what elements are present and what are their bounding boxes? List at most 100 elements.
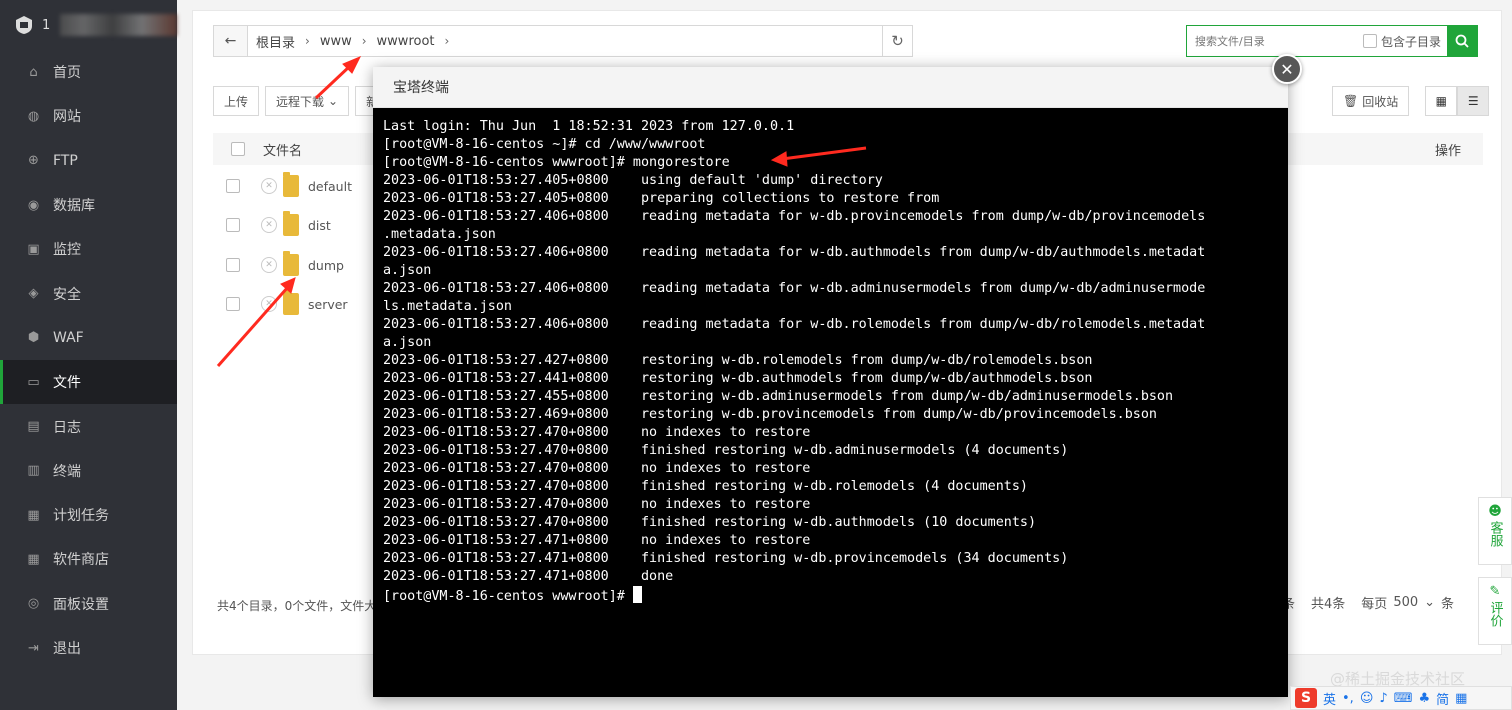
terminal-line: 2023-06-01T18:53:27.405+0800 using defau… — [383, 173, 883, 188]
file-name[interactable]: server — [308, 297, 348, 312]
sidebar-item-logout[interactable]: ⇥ 退出 — [0, 626, 177, 670]
protection-icon[interactable]: ✕ — [261, 296, 277, 312]
sidebar-item-terminal[interactable]: ▥ 终端 — [0, 449, 177, 493]
sidebar-item-shield[interactable]: ◈ 安全 — [0, 271, 177, 315]
blurred-server-ip — [60, 14, 177, 36]
grid-view-icon[interactable]: ▦ — [1425, 86, 1458, 116]
row-checkbox[interactable] — [226, 179, 240, 193]
terminal-line: 2023-06-01T18:53:27.469+0800 restoring w… — [383, 407, 1157, 422]
sidebar-item-schedule[interactable]: ▦ 计划任务 — [0, 493, 177, 537]
right-toolbar: 🗑 回收站 ▦ ☰ — [1332, 86, 1490, 116]
grid-icon[interactable]: ▦ — [1455, 691, 1467, 706]
include-subdir-checkbox[interactable] — [1362, 34, 1377, 48]
file-name[interactable]: default — [308, 179, 352, 194]
sogou-logo-icon: S — [1295, 688, 1317, 708]
sidebar-item-database[interactable]: ◉ 数据库 — [0, 183, 177, 227]
sidebar-item-waf[interactable]: ⬢ WAF — [0, 316, 177, 360]
folder-icon — [283, 211, 299, 236]
per-page-select[interactable]: 每页 500 ⌄ 条 — [1361, 593, 1454, 612]
schedule-icon: ▦ — [27, 507, 40, 523]
chevron-right-icon: › — [361, 34, 367, 48]
recycle-bin-button[interactable]: 🗑 回收站 — [1332, 86, 1410, 116]
chevron-right-icon: › — [444, 34, 450, 48]
sidebar-item-settings[interactable]: ◎ 面板设置 — [0, 582, 177, 626]
terminal-line: 2023-06-01T18:53:27.406+0800 reading met… — [383, 281, 1206, 296]
sidebar-item-label: 文件 — [53, 375, 81, 392]
sidebar-item-label: FTP — [53, 152, 78, 169]
sidebar-item-label: 计划任务 — [53, 508, 109, 525]
sidebar: 1 ⌂ 首页 ◍ 网站 ⊕ FTP ◉ 数据库 ▣ 监控 ◈ 安全 ⬢ WAF ▭ 文件 ▤ 日志 ▥ 终端 ▦ 计划任务… — [0, 0, 177, 710]
review-tab[interactable]: ✎ 评价 — [1478, 577, 1512, 645]
breadcrumb-www[interactable]: www — [320, 34, 352, 49]
refresh-icon[interactable]: ↻ — [882, 26, 912, 56]
sidebar-item-home[interactable]: ⌂ 首页 — [0, 50, 177, 94]
terminal-icon: ▥ — [27, 463, 40, 479]
terminal-line: 2023-06-01T18:53:27.470+0800 finished re… — [383, 479, 1028, 494]
col-filename[interactable]: 文件名 — [263, 140, 302, 159]
protection-icon[interactable]: ✕ — [261, 178, 277, 194]
ime-language[interactable]: 英 — [1323, 689, 1336, 708]
file-name[interactable]: dump — [308, 258, 344, 273]
sidebar-item-label: 数据库 — [53, 198, 95, 215]
customer-service-tab[interactable]: ☻ 客服 — [1478, 497, 1512, 565]
shield-icon: ◈ — [28, 286, 39, 302]
customer-service-label: 客服 — [1487, 521, 1503, 547]
skin-icon[interactable]: ♣ — [1418, 691, 1430, 706]
search-input[interactable] — [1187, 26, 1363, 56]
terminal-line: 2023-06-01T18:53:27.406+0800 reading met… — [383, 317, 1206, 332]
select-all-checkbox[interactable] — [231, 142, 245, 156]
remote-download-button[interactable]: 远程下载 ⌄ — [265, 86, 350, 116]
remote-download-label: 远程下载 — [276, 94, 325, 109]
search-box: 包含子目录 — [1186, 25, 1478, 57]
terminal-line: 2023-06-01T18:53:27.471+0800 done — [383, 569, 674, 584]
close-icon[interactable]: ✕ — [1272, 54, 1302, 84]
list-view-icon[interactable]: ☰ — [1457, 86, 1490, 116]
row-checkbox[interactable] — [226, 258, 240, 272]
folder-icon: ▭ — [27, 374, 40, 390]
search-button[interactable] — [1447, 26, 1477, 56]
breadcrumb-wwwroot[interactable]: wwwroot — [377, 34, 435, 49]
edit-icon: ✎ — [1489, 584, 1501, 599]
back-arrow-icon[interactable]: ← — [214, 26, 248, 56]
trash-icon: 🗑 — [1343, 94, 1359, 108]
terminal-output[interactable]: Last login: Thu Jun 1 18:52:31 2023 from… — [373, 108, 1288, 697]
sidebar-item-store[interactable]: ▦ 软件商店 — [0, 537, 177, 581]
terminal-modal: 宝塔终端 Last login: Thu Jun 1 18:52:31 2023… — [373, 67, 1288, 697]
bt-logo-icon — [16, 16, 32, 34]
terminal-line: 2023-06-01T18:53:27.470+0800 no indexes … — [383, 461, 811, 476]
sidebar-item-label: 面板设置 — [53, 596, 109, 613]
terminal-cursor — [632, 586, 642, 603]
terminal-line: [root@VM-8-16-centos ~]# cd /www/wwwroot — [383, 137, 706, 152]
punct-icon[interactable]: •, — [1342, 691, 1354, 706]
sidebar-item-monitor[interactable]: ▣ 监控 — [0, 227, 177, 271]
row-checkbox[interactable] — [226, 297, 240, 311]
modal-title: 宝塔终端 — [373, 67, 1288, 108]
terminal-prompt: [root@VM-8-16-centos wwwroot]# — [383, 589, 633, 604]
recycle-bin-label: 回收站 — [1362, 94, 1399, 109]
folder-icon — [283, 172, 299, 197]
protection-icon[interactable]: ✕ — [261, 257, 277, 273]
keyboard-icon[interactable]: ⌨ — [1394, 691, 1413, 706]
row-checkbox[interactable] — [226, 218, 240, 232]
file-name[interactable]: dist — [308, 218, 331, 233]
include-subdir-option[interactable]: 包含子目录 — [1362, 33, 1447, 50]
terminal-line: 2023-06-01T18:53:27.405+0800 preparing c… — [383, 191, 940, 206]
sidebar-item-log[interactable]: ▤ 日志 — [0, 404, 177, 448]
emoji-icon[interactable]: ☺ — [1360, 691, 1374, 706]
ime-simplified[interactable]: 简 — [1436, 689, 1449, 708]
per-page-value: 500 — [1393, 595, 1419, 610]
sidebar-item-folder[interactable]: ▭ 文件 — [0, 360, 177, 405]
sidebar-item-globe[interactable]: ◍ 网站 — [0, 94, 177, 138]
settings-icon: ◎ — [27, 596, 40, 612]
terminal-line: 2023-06-01T18:53:27.471+0800 no indexes … — [383, 533, 811, 548]
dir-summary: 共4个目录，0个文件，文件大 — [217, 599, 377, 613]
protection-icon[interactable]: ✕ — [261, 217, 277, 233]
upload-button[interactable]: 上传 — [213, 86, 260, 116]
mic-icon[interactable]: ♪ — [1379, 691, 1387, 706]
terminal-line: 2023-06-01T18:53:27.406+0800 reading met… — [383, 209, 1206, 224]
sidebar-item-ftp[interactable]: ⊕ FTP — [0, 139, 177, 183]
ftp-icon: ⊕ — [28, 153, 39, 169]
sidebar-item-label: 网站 — [53, 109, 81, 126]
waf-icon: ⬢ — [27, 330, 40, 346]
breadcrumb-root[interactable]: 根目录 — [256, 32, 295, 51]
